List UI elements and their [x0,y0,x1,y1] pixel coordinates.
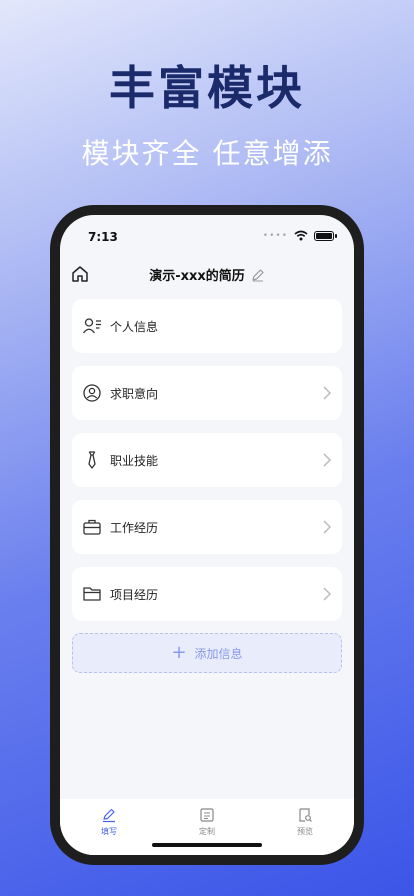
add-info-label: 添加信息 [194,646,243,661]
nav-bar: 演示-xxx的简历 [60,255,354,291]
module-label: 工作经历 [110,521,159,535]
tab-label: 填写 [101,827,117,836]
chevron-right-icon [323,453,332,467]
tab-fill[interactable]: 填写 [60,799,158,855]
module-card-work-experience[interactable]: 工作经历 [72,500,342,554]
tab-preview[interactable]: 预览 [256,799,354,855]
plus-icon: + [171,642,187,663]
home-indicator [152,843,262,847]
layout-icon [200,808,214,822]
chevron-right-icon [323,520,332,534]
battery-icon [314,230,337,241]
phone-frame: 7:13 •••• 演示-xxx的简历 个人信息 求职意向 职业技能 工作经历 … [50,205,364,865]
module-card-personal-info[interactable]: 个人信息 [72,299,342,353]
preview-icon [299,808,312,822]
add-info-button[interactable]: + 添加信息 [72,633,342,673]
promo-title: 丰富模块 [109,61,305,115]
module-label: 项目经历 [110,588,159,602]
module-label: 个人信息 [110,320,159,334]
wifi-icon [294,230,308,241]
tab-label: 定制 [199,827,215,836]
tab-label: 预览 [297,827,313,836]
folder-icon [83,587,101,601]
module-card-project-experience[interactable]: 项目经历 [72,567,342,621]
resume-title: 演示-xxx的简历 [149,269,245,284]
person-badge-icon [83,384,101,402]
person-list-icon [82,318,101,334]
pen-icon [103,808,115,823]
chevron-right-icon [323,587,332,601]
bottom-tab-bar: 填写 定制 预览 [60,799,354,855]
module-card-skills[interactable]: 职业技能 [72,433,342,487]
tie-icon [88,451,96,469]
module-card-job-intention[interactable]: 求职意向 [72,366,342,420]
module-label: 求职意向 [110,387,159,401]
module-label: 职业技能 [110,454,159,468]
edit-title-icon[interactable] [251,268,265,282]
signal-icon: •••• [262,230,288,241]
app-screen: 7:13 •••• 演示-xxx的简历 个人信息 求职意向 职业技能 工作经历 … [60,215,354,855]
briefcase-icon [83,519,101,535]
status-icons: •••• [262,230,337,241]
chevron-right-icon [323,386,332,400]
status-bar: 7:13 •••• [60,215,354,255]
status-time: 7:13 [88,230,118,244]
resume-title-row: 演示-xxx的简历 [60,265,354,284]
promo-subtitle: 模块齐全 任意增添 [81,137,333,170]
